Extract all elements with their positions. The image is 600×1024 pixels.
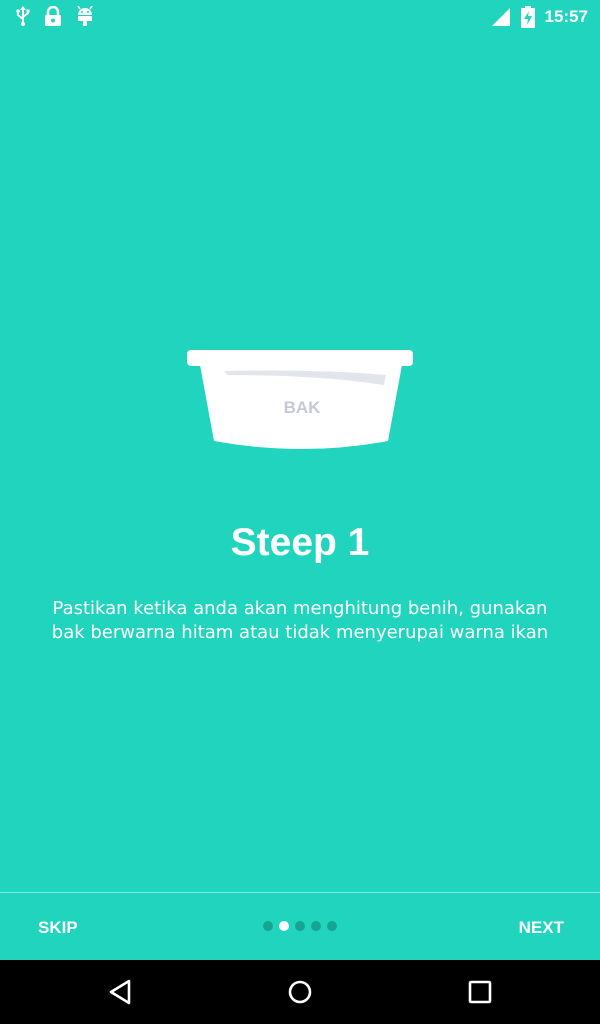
next-button[interactable]: NEXT [519,893,564,960]
page-dot[interactable] [311,921,321,931]
page-dot[interactable] [327,921,337,931]
page-title: Steep 1 [230,521,370,564]
usb-icon [16,6,30,26]
lock-icon [44,6,62,26]
basin-icon: BAK [187,350,413,449]
basin-label: BAK [284,398,322,417]
signal-icon [491,7,511,27]
page-dot[interactable] [295,921,305,931]
status-bar: 15:57 [0,0,600,34]
android-icon [76,6,94,26]
recents-icon[interactable] [462,974,498,1010]
battery-charging-icon [520,6,535,28]
home-icon[interactable] [282,974,318,1010]
page-indicator [263,921,337,931]
skip-button[interactable]: SKIP [38,893,78,960]
basin-illustration: BAK [180,345,420,460]
onboarding-controls: SKIP NEXT [0,893,600,960]
status-time: 15:57 [544,7,588,26]
page-dot[interactable] [263,921,273,931]
step-description: Pastikan ketika anda akan menghitung ben… [51,598,549,643]
system-nav-bar [0,960,600,1024]
page-dot-active[interactable] [279,921,289,931]
back-icon[interactable] [102,974,138,1010]
